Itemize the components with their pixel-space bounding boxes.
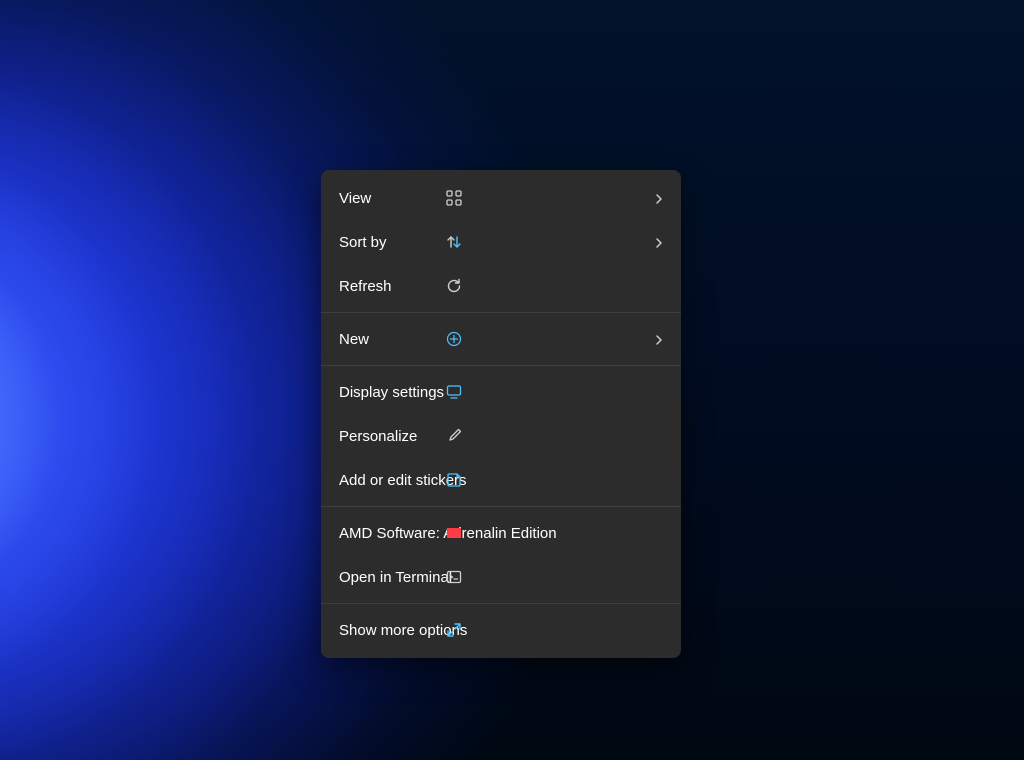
desktop-context-menu: View Sort by xyxy=(321,170,681,658)
menu-separator xyxy=(321,365,681,366)
expand-icon xyxy=(445,621,463,639)
menu-item-stickers[interactable]: Add or edit stickers xyxy=(321,458,681,502)
menu-item-label: Display settings xyxy=(339,384,444,401)
menu-item-open-terminal[interactable]: Open in Terminal xyxy=(321,555,681,599)
amd-icon xyxy=(445,524,463,542)
chevron-right-icon xyxy=(653,192,665,204)
menu-item-new[interactable]: New xyxy=(321,317,681,361)
menu-separator xyxy=(321,506,681,507)
grid-icon xyxy=(445,189,463,207)
terminal-icon xyxy=(445,568,463,586)
menu-separator xyxy=(321,312,681,313)
chevron-right-icon xyxy=(653,333,665,345)
menu-item-label: Sort by xyxy=(339,234,387,251)
chevron-right-icon xyxy=(653,236,665,248)
sticker-icon xyxy=(445,471,463,489)
refresh-icon xyxy=(445,277,463,295)
sort-icon xyxy=(445,233,463,251)
menu-item-show-more-options[interactable]: Show more options xyxy=(321,608,681,652)
menu-item-personalize[interactable]: Personalize xyxy=(321,414,681,458)
menu-item-label: Open in Terminal xyxy=(339,569,452,586)
menu-item-label: Refresh xyxy=(339,278,392,295)
menu-item-amd-software[interactable]: AMD Software: Adrenalin Edition xyxy=(321,511,681,555)
monitor-icon xyxy=(445,383,463,401)
menu-item-label: Personalize xyxy=(339,428,417,445)
menu-item-label: View xyxy=(339,190,371,207)
menu-item-label: New xyxy=(339,331,369,348)
brush-icon xyxy=(445,427,463,445)
menu-separator xyxy=(321,603,681,604)
menu-item-refresh[interactable]: Refresh xyxy=(321,264,681,308)
plus-icon xyxy=(445,330,463,348)
menu-item-sort-by[interactable]: Sort by xyxy=(321,220,681,264)
menu-item-display-settings[interactable]: Display settings xyxy=(321,370,681,414)
menu-item-view[interactable]: View xyxy=(321,176,681,220)
